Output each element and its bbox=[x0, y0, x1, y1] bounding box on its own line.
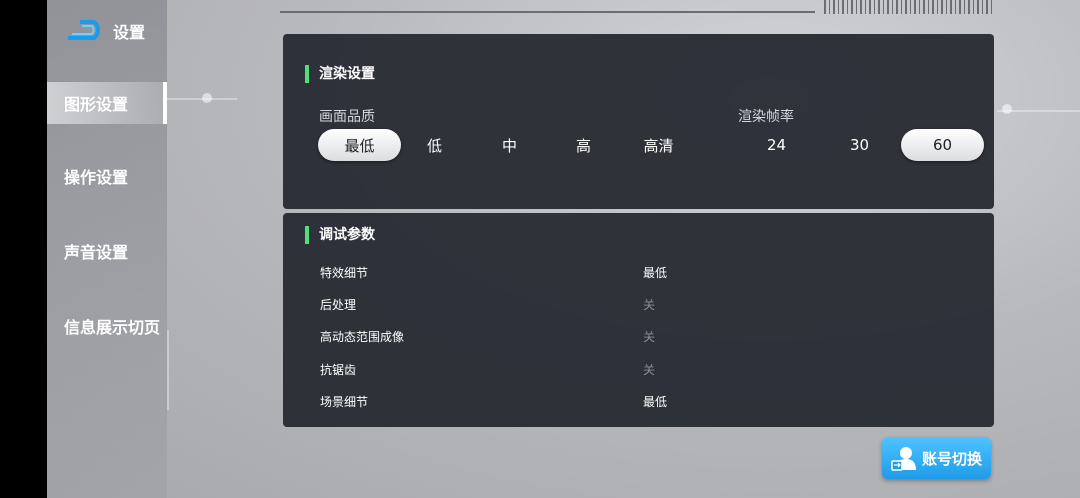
page-title: 设置 bbox=[113, 23, 146, 42]
render-settings-panel: 渲染设置 画面品质 渲染帧率 最低 低 中 高 高清 24 30 60 bbox=[283, 34, 994, 209]
account-switch-button[interactable]: 账号切换 bbox=[882, 437, 991, 479]
option-label: 24 bbox=[766, 136, 787, 154]
top-divider bbox=[280, 11, 815, 13]
sidebar-item-controls[interactable]: 操作设置 bbox=[47, 155, 167, 197]
framerate-option-24[interactable]: 24 bbox=[735, 129, 818, 161]
option-label: 中 bbox=[501, 136, 517, 155]
param-value-scene-detail: 最低 bbox=[643, 395, 668, 409]
render-settings-title: 渲染设置 bbox=[305, 65, 375, 83]
sidebar-item-label: 信息展示切页 bbox=[64, 318, 161, 337]
barcode-decoration bbox=[824, 0, 994, 14]
quality-option-low[interactable]: 低 bbox=[393, 129, 476, 161]
quality-option-lowest[interactable]: 最低 bbox=[318, 129, 401, 161]
option-label: 低 bbox=[426, 136, 442, 155]
param-value-effects-detail: 最低 bbox=[643, 266, 668, 280]
user-switch-icon bbox=[891, 447, 916, 471]
quality-option-medium[interactable]: 中 bbox=[468, 129, 551, 161]
option-label: 高 bbox=[575, 136, 591, 155]
option-label: 高清 bbox=[643, 136, 674, 155]
sidebar-item-info-display[interactable]: 信息展示切页 bbox=[47, 305, 167, 347]
quality-option-hd[interactable]: 高清 bbox=[617, 129, 700, 161]
circuit-line bbox=[167, 330, 169, 410]
param-value-anti-aliasing: 关 bbox=[643, 363, 656, 377]
framerate-option-30[interactable]: 30 bbox=[818, 129, 901, 161]
circuit-dot bbox=[1002, 104, 1012, 114]
account-switch-label: 账号切换 bbox=[922, 449, 983, 468]
param-label-effects-detail: 特效细节 bbox=[320, 266, 369, 280]
sidebar-item-graphics[interactable]: 图形设置 bbox=[47, 82, 167, 124]
sidebar-item-label: 声音设置 bbox=[64, 243, 129, 262]
param-value-hdr: 关 bbox=[643, 330, 656, 344]
param-label-anti-aliasing: 抗锯齿 bbox=[320, 363, 357, 377]
debug-params-panel: 调试参数 特效细节 最低 后处理 关 高动态范围成像 关 抗锯齿 关 场景细节 … bbox=[283, 213, 994, 427]
circuit-dot bbox=[202, 93, 212, 103]
sidebar-item-label: 操作设置 bbox=[64, 168, 129, 187]
framerate-option-60[interactable]: 60 bbox=[901, 129, 984, 161]
logo-icon bbox=[68, 20, 100, 40]
param-label-scene-detail: 场景细节 bbox=[320, 395, 369, 409]
framerate-label: 渲染帧率 bbox=[738, 109, 794, 125]
option-label: 最低 bbox=[344, 136, 375, 155]
sidebar-item-sound[interactable]: 声音设置 bbox=[47, 230, 167, 272]
quality-label: 画面品质 bbox=[319, 109, 375, 125]
param-value-post-processing: 关 bbox=[643, 298, 656, 312]
param-label-hdr: 高动态范围成像 bbox=[320, 330, 405, 344]
param-label-post-processing: 后处理 bbox=[320, 298, 357, 312]
sidebar-item-label: 图形设置 bbox=[64, 95, 129, 114]
debug-params-title: 调试参数 bbox=[305, 226, 375, 244]
option-label: 60 bbox=[932, 136, 953, 154]
option-label: 30 bbox=[849, 136, 870, 154]
quality-option-high[interactable]: 高 bbox=[542, 129, 625, 161]
